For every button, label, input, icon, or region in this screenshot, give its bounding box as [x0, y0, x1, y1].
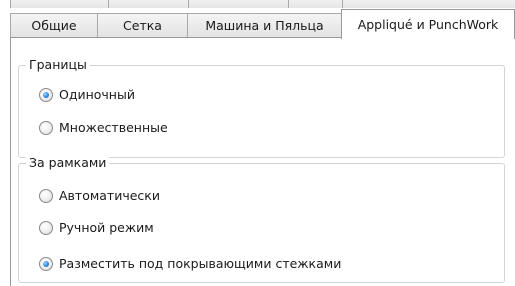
- radio-selected-icon[interactable]: [39, 87, 53, 102]
- radio-manual-label: Ручной режим: [59, 220, 154, 235]
- radio-unselected-icon[interactable]: [39, 220, 53, 235]
- tab-general[interactable]: Общие: [10, 13, 98, 37]
- borders-group-title: Границы: [26, 57, 90, 73]
- radio-unselected-icon[interactable]: [39, 188, 53, 203]
- radio-place-under-stitches[interactable]: Разместить под покрывающими стежками: [39, 256, 341, 271]
- radio-place-under-stitches-label: Разместить под покрывающими стежками: [59, 256, 342, 271]
- outside-frame-group-title: За рамками: [26, 155, 110, 171]
- radio-automatic[interactable]: Автоматически: [39, 188, 160, 203]
- tab-strip: Общие Сетка Машина и Пяльца Appliqué и P…: [10, 7, 515, 39]
- radio-single[interactable]: Одиночный: [39, 87, 135, 102]
- radio-multiple-label: Множественные: [59, 120, 168, 135]
- radio-manual[interactable]: Ручной режим: [39, 220, 154, 235]
- radio-single-label: Одиночный: [59, 87, 135, 102]
- radio-multiple[interactable]: Множественные: [39, 120, 168, 135]
- radio-unselected-icon[interactable]: [39, 120, 53, 135]
- tab-applique-punchwork[interactable]: Appliqué и PunchWork: [341, 9, 515, 39]
- tab-grid[interactable]: Сетка: [97, 13, 188, 37]
- radio-selected-icon[interactable]: [39, 256, 53, 271]
- outside-frame-group: За рамками Автоматически Ручной режим Ра…: [18, 155, 505, 283]
- radio-automatic-label: Автоматически: [59, 188, 160, 203]
- tab-machine-and-hoops[interactable]: Машина и Пяльца: [187, 13, 342, 37]
- borders-group: Границы Одиночный Множественные: [18, 57, 505, 158]
- tab-panel: Границы Одиночный Множественные За рамка…: [10, 37, 515, 286]
